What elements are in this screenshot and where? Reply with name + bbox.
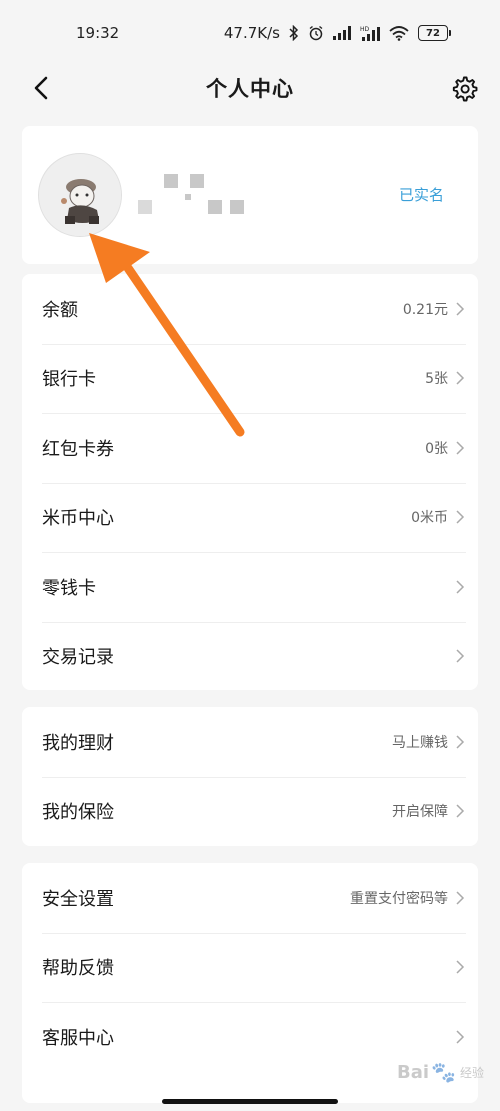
network-speed: 47.7K/s <box>223 24 280 42</box>
svg-text:HD: HD <box>360 26 370 33</box>
row-value: 0张 <box>425 440 448 457</box>
bank-card-row[interactable]: 银行卡 5张 <box>22 343 478 414</box>
watermark-brand: Bai <box>397 1061 430 1083</box>
verified-status-link[interactable]: 已实名 <box>399 184 444 205</box>
back-button[interactable] <box>30 74 54 102</box>
bluetooth-icon <box>289 25 299 41</box>
watermark-brand-suffix: 经验 <box>459 1065 484 1080</box>
chevron-right-icon <box>456 1030 465 1044</box>
row-label: 零钱卡 <box>42 577 96 599</box>
avatar[interactable] <box>38 153 122 237</box>
row-label: 米币中心 <box>42 508 114 530</box>
chevron-right-icon <box>456 649 465 663</box>
security-settings-row[interactable]: 安全设置 重置支付密码等 <box>22 863 478 933</box>
watermark: Bai 🐾 经验 <box>397 1060 484 1084</box>
row-value: 5张 <box>425 371 448 388</box>
profile-card: 已实名 <box>22 126 478 264</box>
balance-row[interactable]: 余额 0.21元 <box>22 274 478 344</box>
row-value: 开启保障 <box>392 804 448 821</box>
row-label: 交易记录 <box>42 647 114 669</box>
mi-coin-center-row[interactable]: 米币中心 0米币 <box>22 482 478 553</box>
status-time: 19:32 <box>76 24 120 42</box>
row-label: 我的理财 <box>42 732 114 754</box>
nav-header: 个人中心 <box>0 66 500 110</box>
hd-signal-icon: HD <box>360 25 380 41</box>
row-label: 帮助反馈 <box>42 958 114 980</box>
battery-icon: 72 <box>418 25 451 41</box>
row-label: 安全设置 <box>42 888 114 910</box>
chevron-right-icon <box>456 960 465 974</box>
status-icons: 47.7K/s HD 72 <box>223 24 451 42</box>
row-value: 重置支付密码等 <box>350 890 448 907</box>
chevron-right-icon <box>456 804 465 818</box>
row-label: 银行卡 <box>42 369 96 391</box>
chevron-right-icon <box>456 441 465 455</box>
paw-icon: 🐾 <box>431 1060 456 1084</box>
chevron-right-icon <box>456 371 465 385</box>
gear-icon <box>452 76 478 102</box>
settings-button[interactable] <box>450 74 478 102</box>
wallet-section: 余额 0.21元 银行卡 5张 红包卡券 0张 米币中心 0米币 零钱卡 交易记… <box>22 274 478 690</box>
row-label: 客服中心 <box>42 1027 114 1049</box>
username-redacted <box>138 174 248 214</box>
row-label: 我的保险 <box>42 802 114 824</box>
chevron-right-icon <box>456 302 465 316</box>
row-value: 0米币 <box>411 510 448 527</box>
alarm-icon <box>308 25 324 41</box>
chevron-right-icon <box>456 891 465 905</box>
page-title: 个人中心 <box>206 77 294 101</box>
row-value: 马上赚钱 <box>392 734 448 751</box>
status-bar: 19:32 47.7K/s HD 72 <box>0 0 500 66</box>
my-wealth-row[interactable]: 我的理财 马上赚钱 <box>22 707 478 777</box>
chevron-right-icon <box>456 510 465 524</box>
wifi-icon <box>389 25 409 41</box>
change-card-row[interactable]: 零钱卡 <box>22 552 478 622</box>
signal-icon <box>333 26 351 40</box>
row-value: 0.21元 <box>402 301 448 318</box>
row-label: 红包卡券 <box>42 438 114 460</box>
transaction-history-row[interactable]: 交易记录 <box>22 621 478 692</box>
home-indicator[interactable] <box>162 1099 338 1104</box>
help-feedback-row[interactable]: 帮助反馈 <box>22 932 478 1003</box>
red-packet-coupon-row[interactable]: 红包卡券 0张 <box>22 413 478 483</box>
finance-section: 我的理财 马上赚钱 我的保险 开启保障 <box>22 707 478 846</box>
my-insurance-row[interactable]: 我的保险 开启保障 <box>22 776 478 847</box>
chevron-right-icon <box>456 580 465 594</box>
chevron-left-icon <box>34 76 48 100</box>
chevron-right-icon <box>456 735 465 749</box>
row-label: 余额 <box>42 299 78 321</box>
